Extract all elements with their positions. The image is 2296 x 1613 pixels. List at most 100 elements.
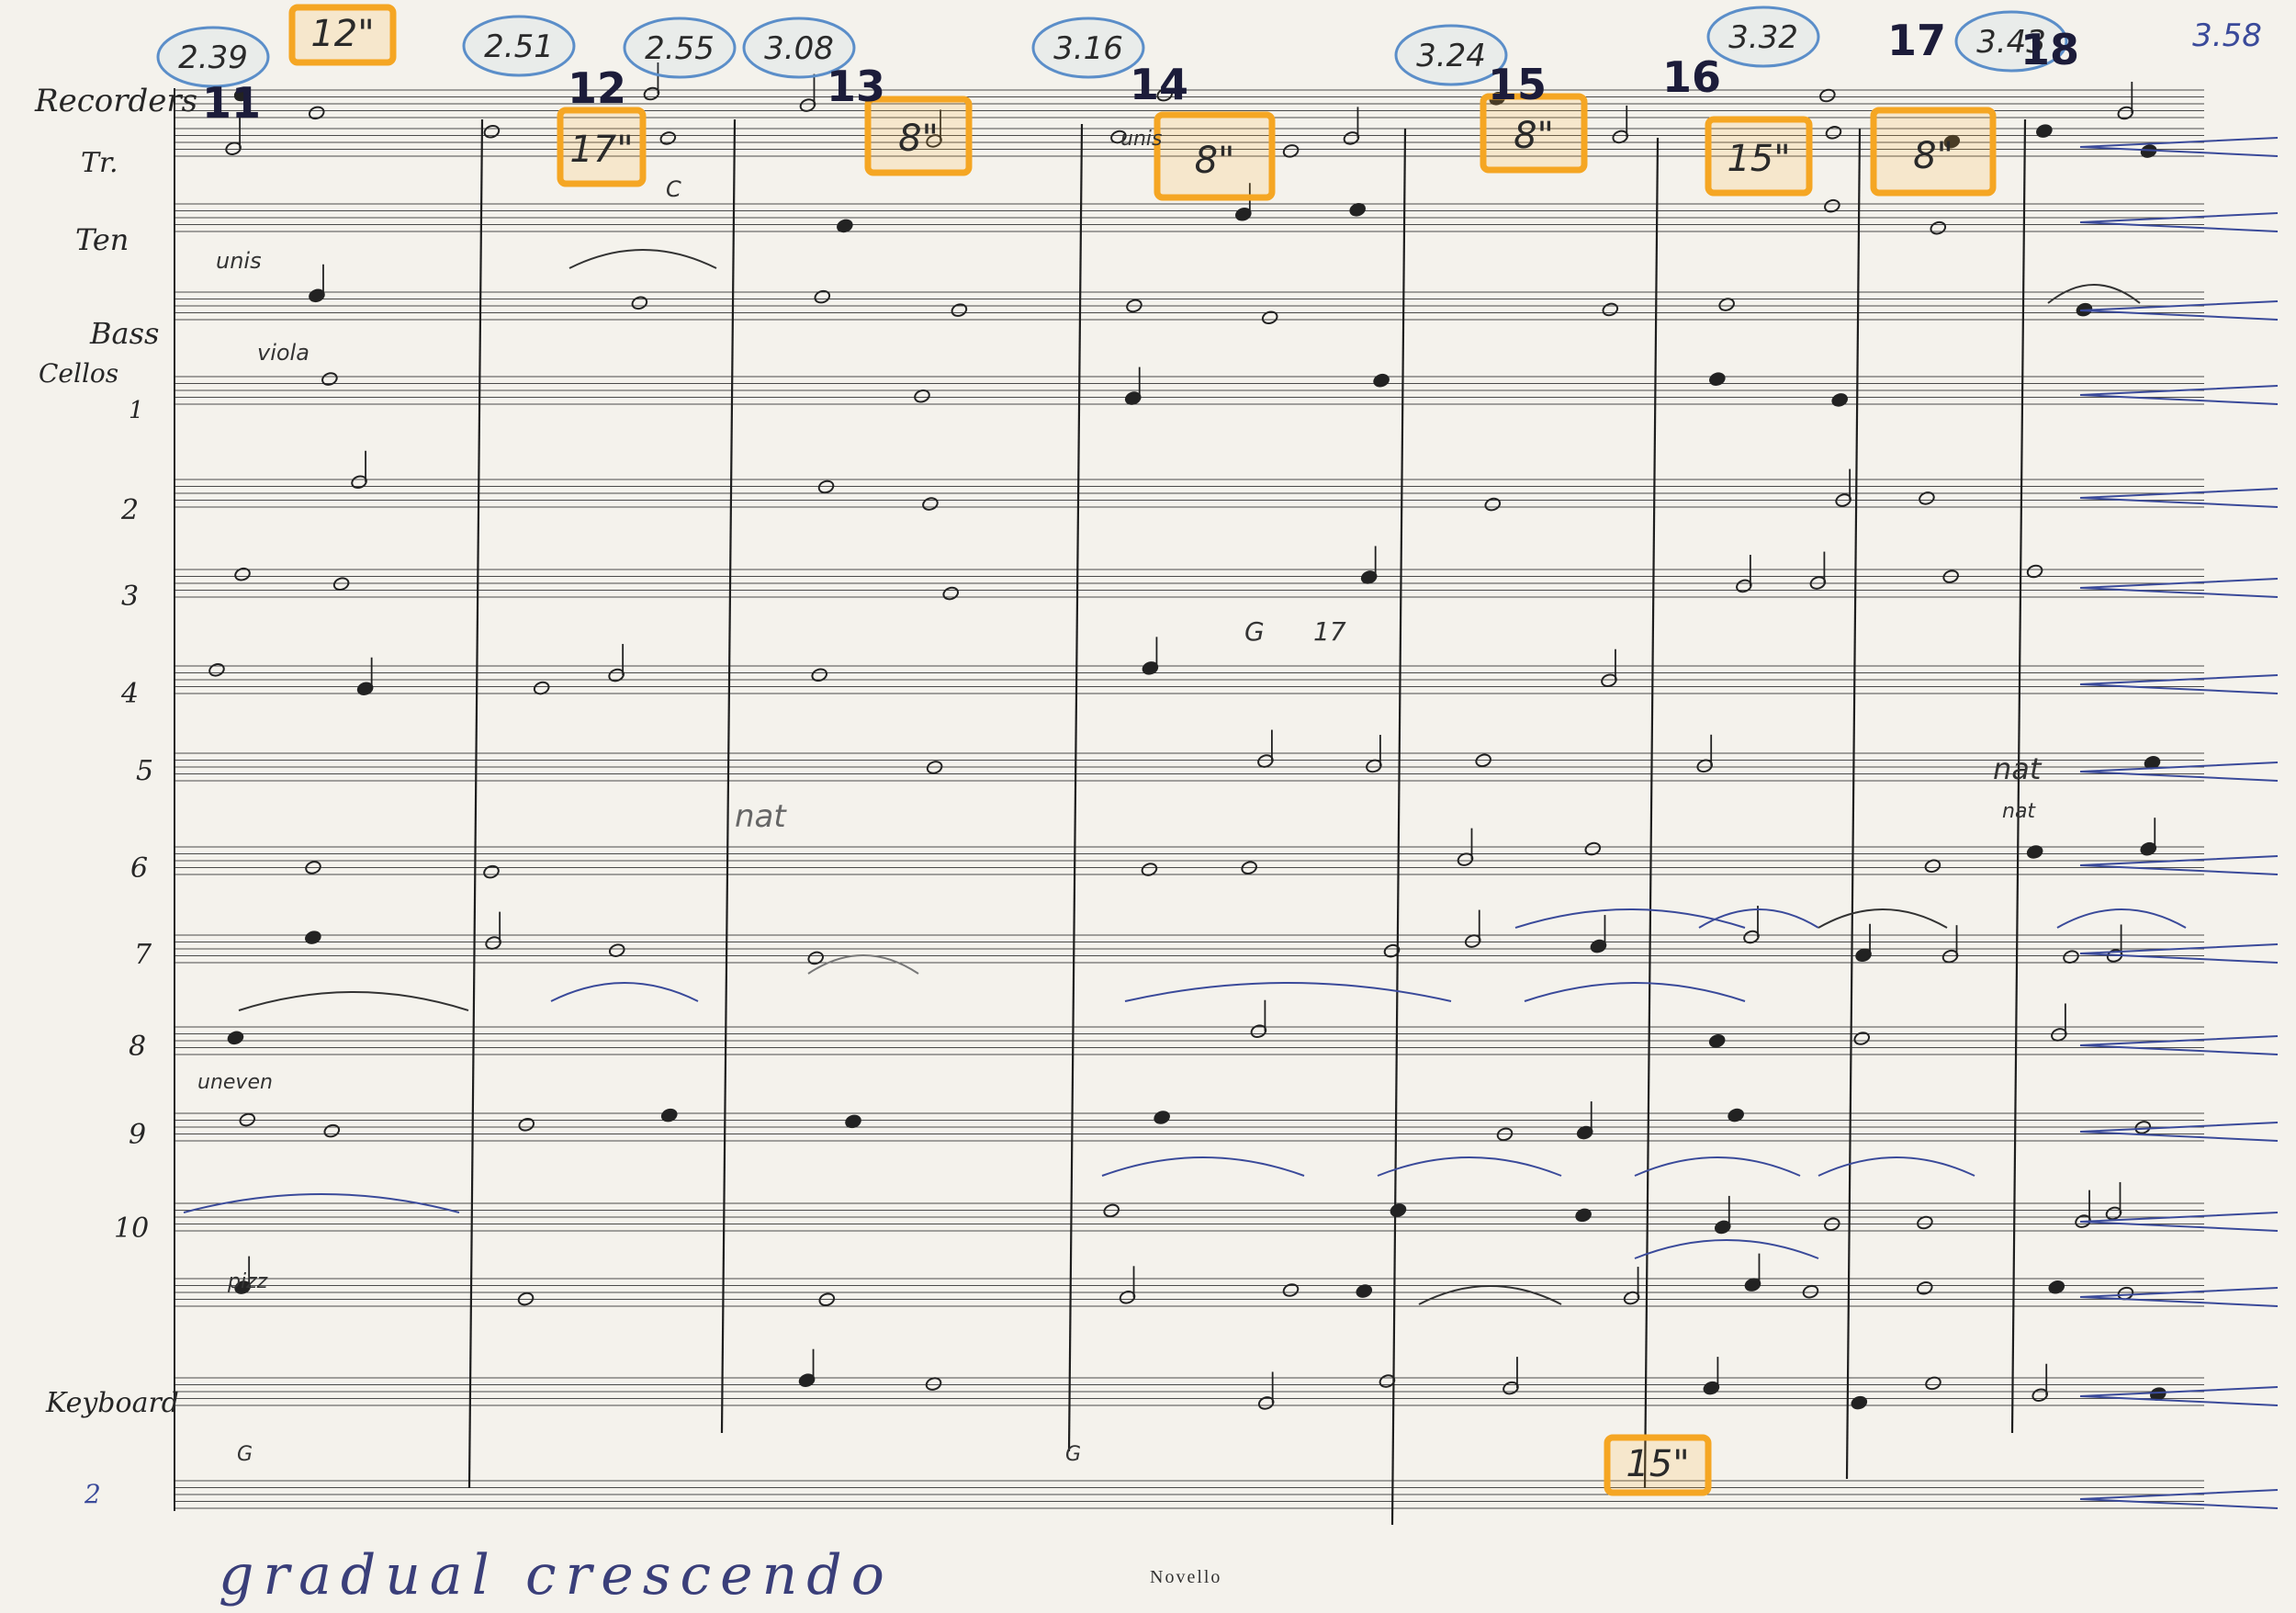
crescendo-hairpin: [2079, 674, 2279, 694]
duration-box-4: 8": [1154, 111, 1276, 201]
note-head: [234, 567, 251, 581]
note-head: [1708, 1034, 1726, 1048]
crescendo-hairpin: [2079, 761, 2279, 782]
crescendo-hairpin: [2079, 1386, 2279, 1406]
slur: [1818, 908, 1948, 929]
timing-3: 2.55: [623, 17, 737, 79]
note-head: [659, 131, 677, 145]
annotation: G: [1065, 1443, 1081, 1466]
annotation: 17: [1313, 616, 1346, 647]
annotation: uneven: [197, 1071, 273, 1094]
slur: [568, 249, 717, 269]
duration-text: 8": [1195, 140, 1235, 182]
label-treble: Tr.: [81, 147, 118, 179]
annotation: pizz: [227, 1270, 268, 1293]
rehearsal-mark-11: 11: [202, 78, 261, 128]
staff-14: [174, 1202, 2204, 1232]
label-bass: Bass: [90, 316, 160, 351]
note-head: [925, 1377, 942, 1391]
note-head: [208, 663, 225, 677]
slur: [1634, 1239, 1819, 1259]
label-cello-4: 4: [121, 678, 140, 710]
note-head: [1390, 1203, 1407, 1217]
note-head: [1709, 372, 1726, 386]
note-head: [308, 106, 325, 120]
rehearsal-mark-18: 18: [2020, 25, 2079, 74]
note-head: [807, 951, 825, 965]
annotation: unis: [216, 248, 262, 274]
slur: [1124, 982, 1452, 1002]
annotation: unis: [1120, 128, 1162, 151]
note-head: [1916, 1280, 1933, 1295]
note-head: [2036, 124, 2053, 138]
slur: [1101, 1156, 1305, 1177]
staff-13: [174, 1112, 2204, 1142]
note-head: [631, 296, 648, 310]
annotation: C: [666, 176, 681, 202]
timing-text: 3.16: [1053, 30, 1123, 67]
note-head: [1853, 1032, 1871, 1045]
label-cello-10: 10: [114, 1213, 150, 1245]
crescendo-hairpin: [2079, 1122, 2279, 1142]
rehearsal-mark-17: 17: [1887, 16, 1946, 65]
note-head: [483, 864, 500, 879]
slur: [550, 982, 699, 1002]
note-head: [1851, 1395, 1868, 1410]
staff-3: [174, 203, 2204, 232]
label-cello-3: 3: [121, 581, 140, 613]
timing-text: 3.24: [1416, 38, 1486, 74]
timing-2: 2.51: [462, 15, 576, 77]
label-cello-9: 9: [129, 1119, 147, 1151]
barline-2: [720, 118, 737, 1434]
timing-text: 2.55: [645, 30, 715, 67]
slur: [1418, 1285, 1562, 1305]
slur: [807, 954, 919, 975]
crescendo-hairpins: [2079, 137, 2279, 1509]
staff-4: [174, 291, 2204, 321]
note-head: [922, 497, 939, 511]
crescendo-hairpin: [2079, 855, 2279, 875]
staff-11: [174, 934, 2204, 964]
note-head: [951, 303, 968, 317]
duration-box-8: 15": [1604, 1434, 1712, 1496]
crescendo-hairpin: [2079, 578, 2279, 598]
note-head: [483, 124, 501, 139]
note-head: [1831, 393, 1848, 407]
duration-box-6: 15": [1705, 116, 1813, 197]
note-head: [1825, 126, 1842, 140]
slur: [2047, 284, 2141, 304]
label-cello-5: 5: [136, 755, 154, 787]
barlines: [174, 88, 2027, 1526]
duration-boxes: 12" 17" 8" 8" 8" 15" 8" 15": [288, 4, 1997, 1496]
label-recorders: Recorders: [35, 83, 198, 119]
label-cello-1: 1: [129, 397, 144, 424]
staff-16: [174, 1377, 2204, 1406]
label-cello-8: 8: [129, 1031, 147, 1063]
crescendo-hairpin: [2079, 137, 2279, 157]
note-heads: [208, 62, 2167, 1410]
note-head: [1484, 497, 1502, 512]
note-head: [1824, 198, 1840, 213]
slur: [238, 991, 469, 1011]
slur: [1524, 982, 1746, 1002]
annotation: nat: [735, 798, 787, 835]
duration-text: 17": [569, 129, 633, 171]
label-cello-2: 2: [121, 494, 140, 526]
gradual-crescendo-text: gradual crescendo: [219, 1543, 894, 1607]
duration-text: 8": [1514, 115, 1554, 157]
duration-box-7: 8": [1870, 107, 1997, 197]
note-head: [323, 1123, 341, 1138]
annotation: G: [1244, 616, 1265, 647]
slur: [1377, 1156, 1562, 1177]
timing-9: 3.58: [2192, 17, 2262, 54]
barline-3: [1067, 123, 1084, 1452]
note-head: [811, 668, 828, 682]
duration-text: 12": [310, 13, 374, 55]
note-head: [227, 1031, 244, 1045]
staff-10: [174, 846, 2204, 875]
note-head: [814, 289, 831, 304]
timing-text: 3.08: [764, 30, 834, 67]
duration-text: 15": [1626, 1443, 1689, 1485]
barline-4: [1390, 128, 1407, 1526]
annotation: G: [237, 1443, 253, 1466]
